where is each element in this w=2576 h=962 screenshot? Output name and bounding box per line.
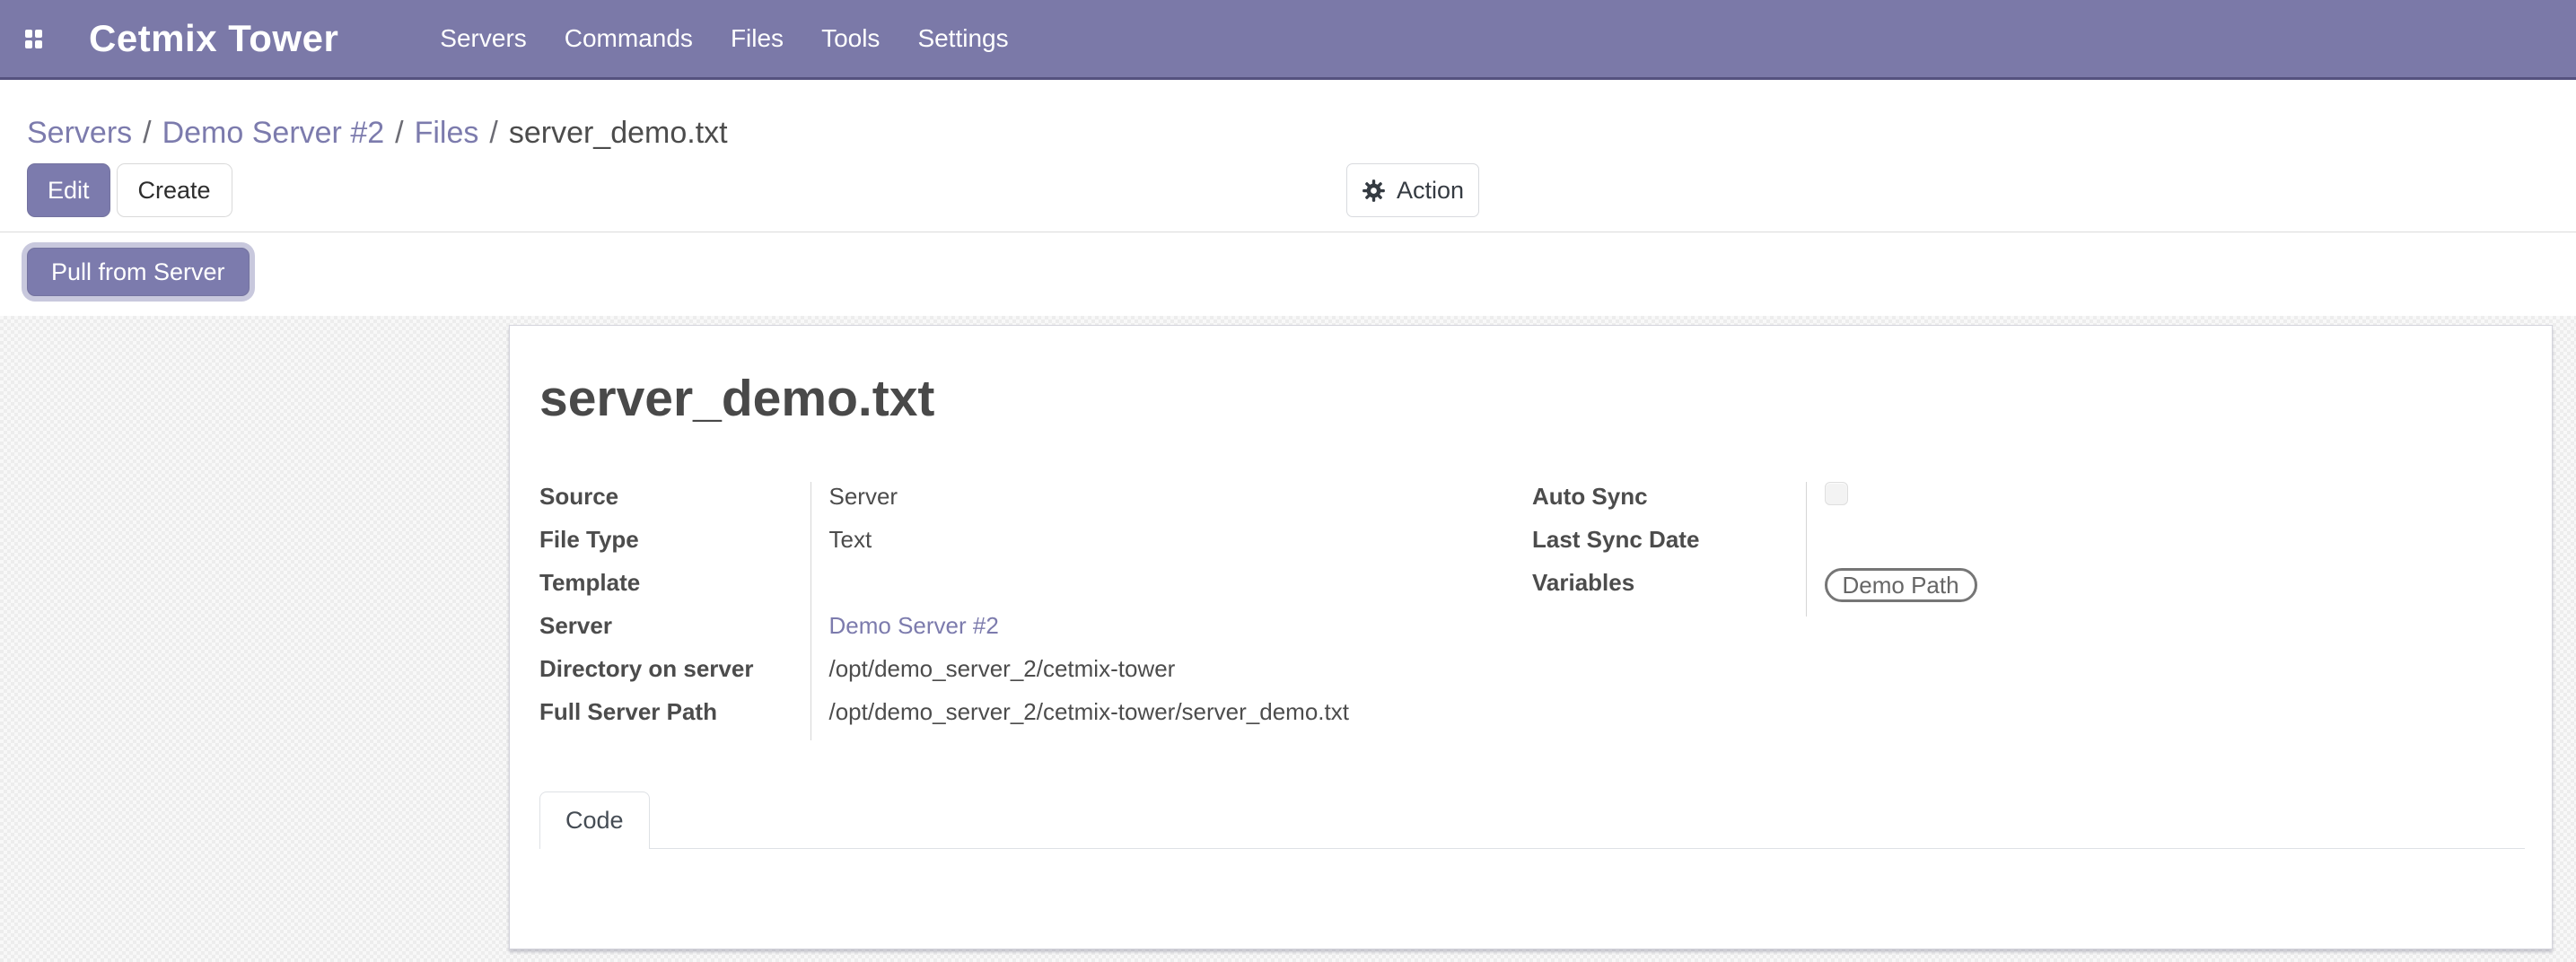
record-card: server_demo.txt SourceServerFile TypeTex… [509, 325, 2553, 949]
control-panel: Servers/Demo Server #2/Files/server_demo… [0, 83, 2576, 316]
field-label: Server [539, 611, 810, 654]
breadcrumb-separator: / [384, 116, 414, 150]
field-label: Directory on server [539, 654, 810, 697]
apps-icon-square [25, 30, 32, 38]
create-button[interactable]: Create [117, 163, 232, 217]
field-label: File Type [539, 525, 810, 568]
menu-item-settings[interactable]: Settings [898, 24, 1027, 53]
field-label: Source [539, 482, 810, 525]
field-group-right: Auto SyncLast Sync DateVariables Demo Pat… [1532, 482, 2523, 617]
variable-tag: Demo Path [1825, 568, 1977, 602]
field-row: Auto Sync [1532, 482, 2523, 525]
breadcrumb-link[interactable]: Demo Server #2 [162, 116, 385, 150]
apps-icon-square [25, 40, 32, 48]
field-label: Variables [1532, 568, 1806, 617]
field-label: Auto Sync [1532, 482, 1806, 525]
field-label: Last Sync Date [1532, 525, 1806, 568]
field-row: Directory on server/opt/demo_server_2/ce… [539, 654, 1491, 697]
field-row: Last Sync Date [1532, 525, 2523, 568]
field-row: Server Demo Server #2 [539, 611, 1491, 654]
field-value: /opt/demo_server_2/cetmix-tower/server_d… [810, 697, 1491, 740]
field-value: Server [810, 482, 1491, 525]
field-row: File TypeText [539, 525, 1491, 568]
breadcrumb-current: server_demo.txt [509, 116, 728, 150]
field-value: Text [810, 525, 1491, 568]
tab-code[interactable]: Code [539, 791, 650, 849]
action-menu-button[interactable]: Action [1346, 163, 1479, 217]
breadcrumb-separator: / [478, 116, 508, 150]
field-value [1806, 525, 2523, 568]
apps-icon-square [35, 30, 42, 38]
notebook-tabs: Code [539, 791, 2525, 849]
apps-menu-icon[interactable] [25, 30, 42, 48]
action-button-label: Action [1397, 177, 1464, 205]
menu-item-tools[interactable]: Tools [802, 24, 898, 53]
button-group: Edit Create [27, 163, 232, 217]
field-value [810, 568, 1491, 611]
field-row: SourceServer [539, 482, 1491, 525]
field-value: Demo Path [1806, 568, 2523, 617]
menu-item-files[interactable]: Files [712, 24, 802, 53]
field-row: Template [539, 568, 1491, 611]
gear-icon [1362, 179, 1386, 203]
pull-from-server-button[interactable]: Pull from Server [27, 248, 250, 296]
form-background: server_demo.txt SourceServerFile TypeTex… [0, 316, 2576, 962]
top-navbar: Cetmix Tower ServersCommandsFilesToolsSe… [0, 0, 2576, 80]
apps-icon-square [35, 40, 42, 48]
auto-sync-checkbox[interactable] [1825, 482, 1848, 505]
field-value: Demo Server #2 [810, 611, 1491, 654]
menu-item-commands[interactable]: Commands [546, 24, 712, 53]
field-label: Template [539, 568, 810, 611]
field-row: Variables Demo Path [1532, 568, 2523, 617]
breadcrumb-link[interactable]: Files [415, 116, 479, 150]
field-value [1806, 482, 2523, 525]
menu-item-servers[interactable]: Servers [421, 24, 545, 53]
app-brand[interactable]: Cetmix Tower [89, 17, 338, 60]
field-row: Full Server Path/opt/demo_server_2/cetmi… [539, 697, 1491, 740]
field-value-link[interactable]: Demo Server #2 [829, 612, 999, 639]
breadcrumb-separator: / [132, 116, 162, 150]
breadcrumb: Servers/Demo Server #2/Files/server_demo… [27, 115, 728, 151]
field-value: /opt/demo_server_2/cetmix-tower [810, 654, 1491, 697]
field-label: Full Server Path [539, 697, 810, 740]
field-group-left: SourceServerFile TypeTextTemplateServerD… [539, 482, 1491, 740]
breadcrumb-link[interactable]: Servers [27, 116, 132, 150]
edit-button[interactable]: Edit [27, 163, 110, 217]
record-title: server_demo.txt [539, 369, 934, 428]
main-menu: ServersCommandsFilesToolsSettings [421, 0, 1027, 77]
